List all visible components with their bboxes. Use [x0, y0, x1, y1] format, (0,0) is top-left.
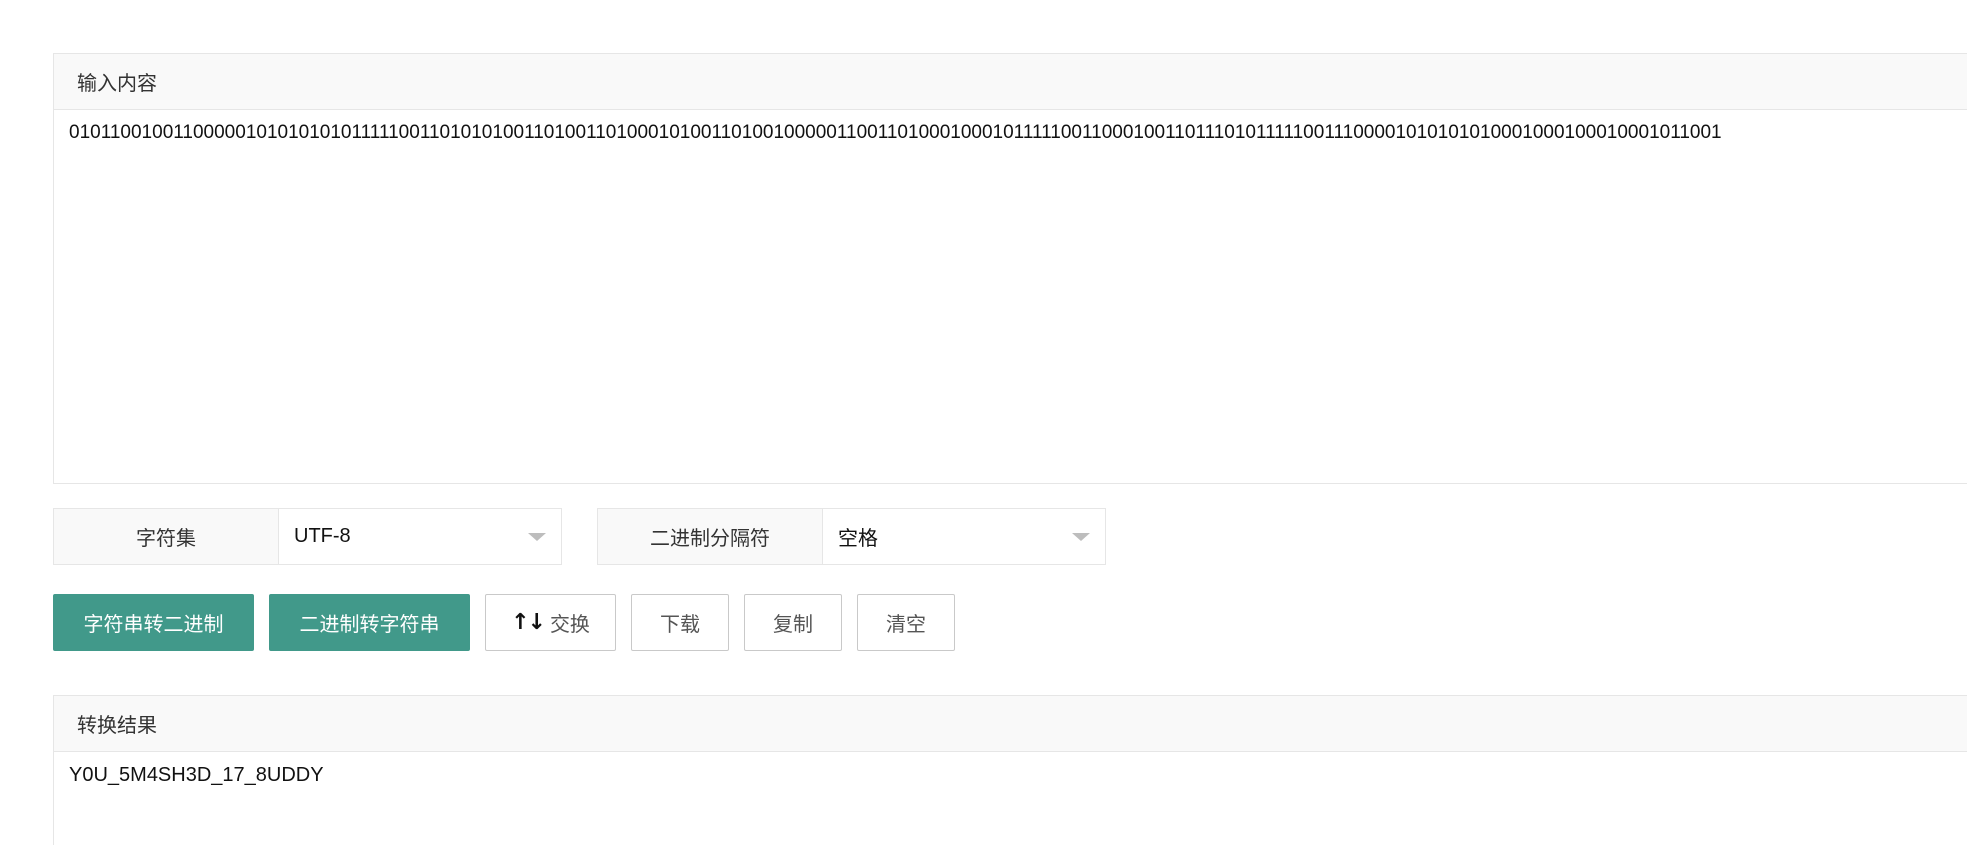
- charset-select[interactable]: UTF-8: [279, 509, 561, 564]
- copy-button[interactable]: 复制: [744, 594, 842, 651]
- swap-button-label: 交换: [549, 612, 590, 636]
- result-panel: 转换结果 Y0U_5M4SH3D_17_8UDDY: [53, 695, 1967, 845]
- result-output[interactable]: Y0U_5M4SH3D_17_8UDDY: [54, 752, 1967, 799]
- swap-button[interactable]: ↑↓ 交换: [485, 594, 616, 651]
- separator-group: 二进制分隔符 空格: [597, 508, 1106, 565]
- input-panel: 输入内容 01011001001100000101010101011111001…: [53, 53, 1967, 484]
- string-to-binary-button[interactable]: 字符串转二进制: [53, 594, 254, 651]
- download-button[interactable]: 下载: [631, 594, 729, 651]
- chevron-down-icon: [1072, 533, 1090, 541]
- separator-selected-value: 空格: [838, 528, 878, 550]
- separator-label: 二进制分隔符: [598, 509, 823, 564]
- charset-group: 字符集 UTF-8: [53, 508, 562, 565]
- result-panel-header: 转换结果: [54, 696, 1967, 752]
- input-textarea[interactable]: 0101100100110000010101010101111100110101…: [54, 110, 1967, 483]
- charset-selected-value: UTF-8: [294, 525, 351, 547]
- swap-arrows-icon: ↑↓: [511, 610, 546, 635]
- separator-select[interactable]: 空格: [823, 509, 1105, 564]
- input-panel-header: 输入内容: [54, 54, 1967, 110]
- chevron-down-icon: [528, 533, 546, 541]
- binary-to-string-button[interactable]: 二进制转字符串: [269, 594, 470, 651]
- clear-button[interactable]: 清空: [857, 594, 955, 651]
- charset-label: 字符集: [54, 509, 279, 564]
